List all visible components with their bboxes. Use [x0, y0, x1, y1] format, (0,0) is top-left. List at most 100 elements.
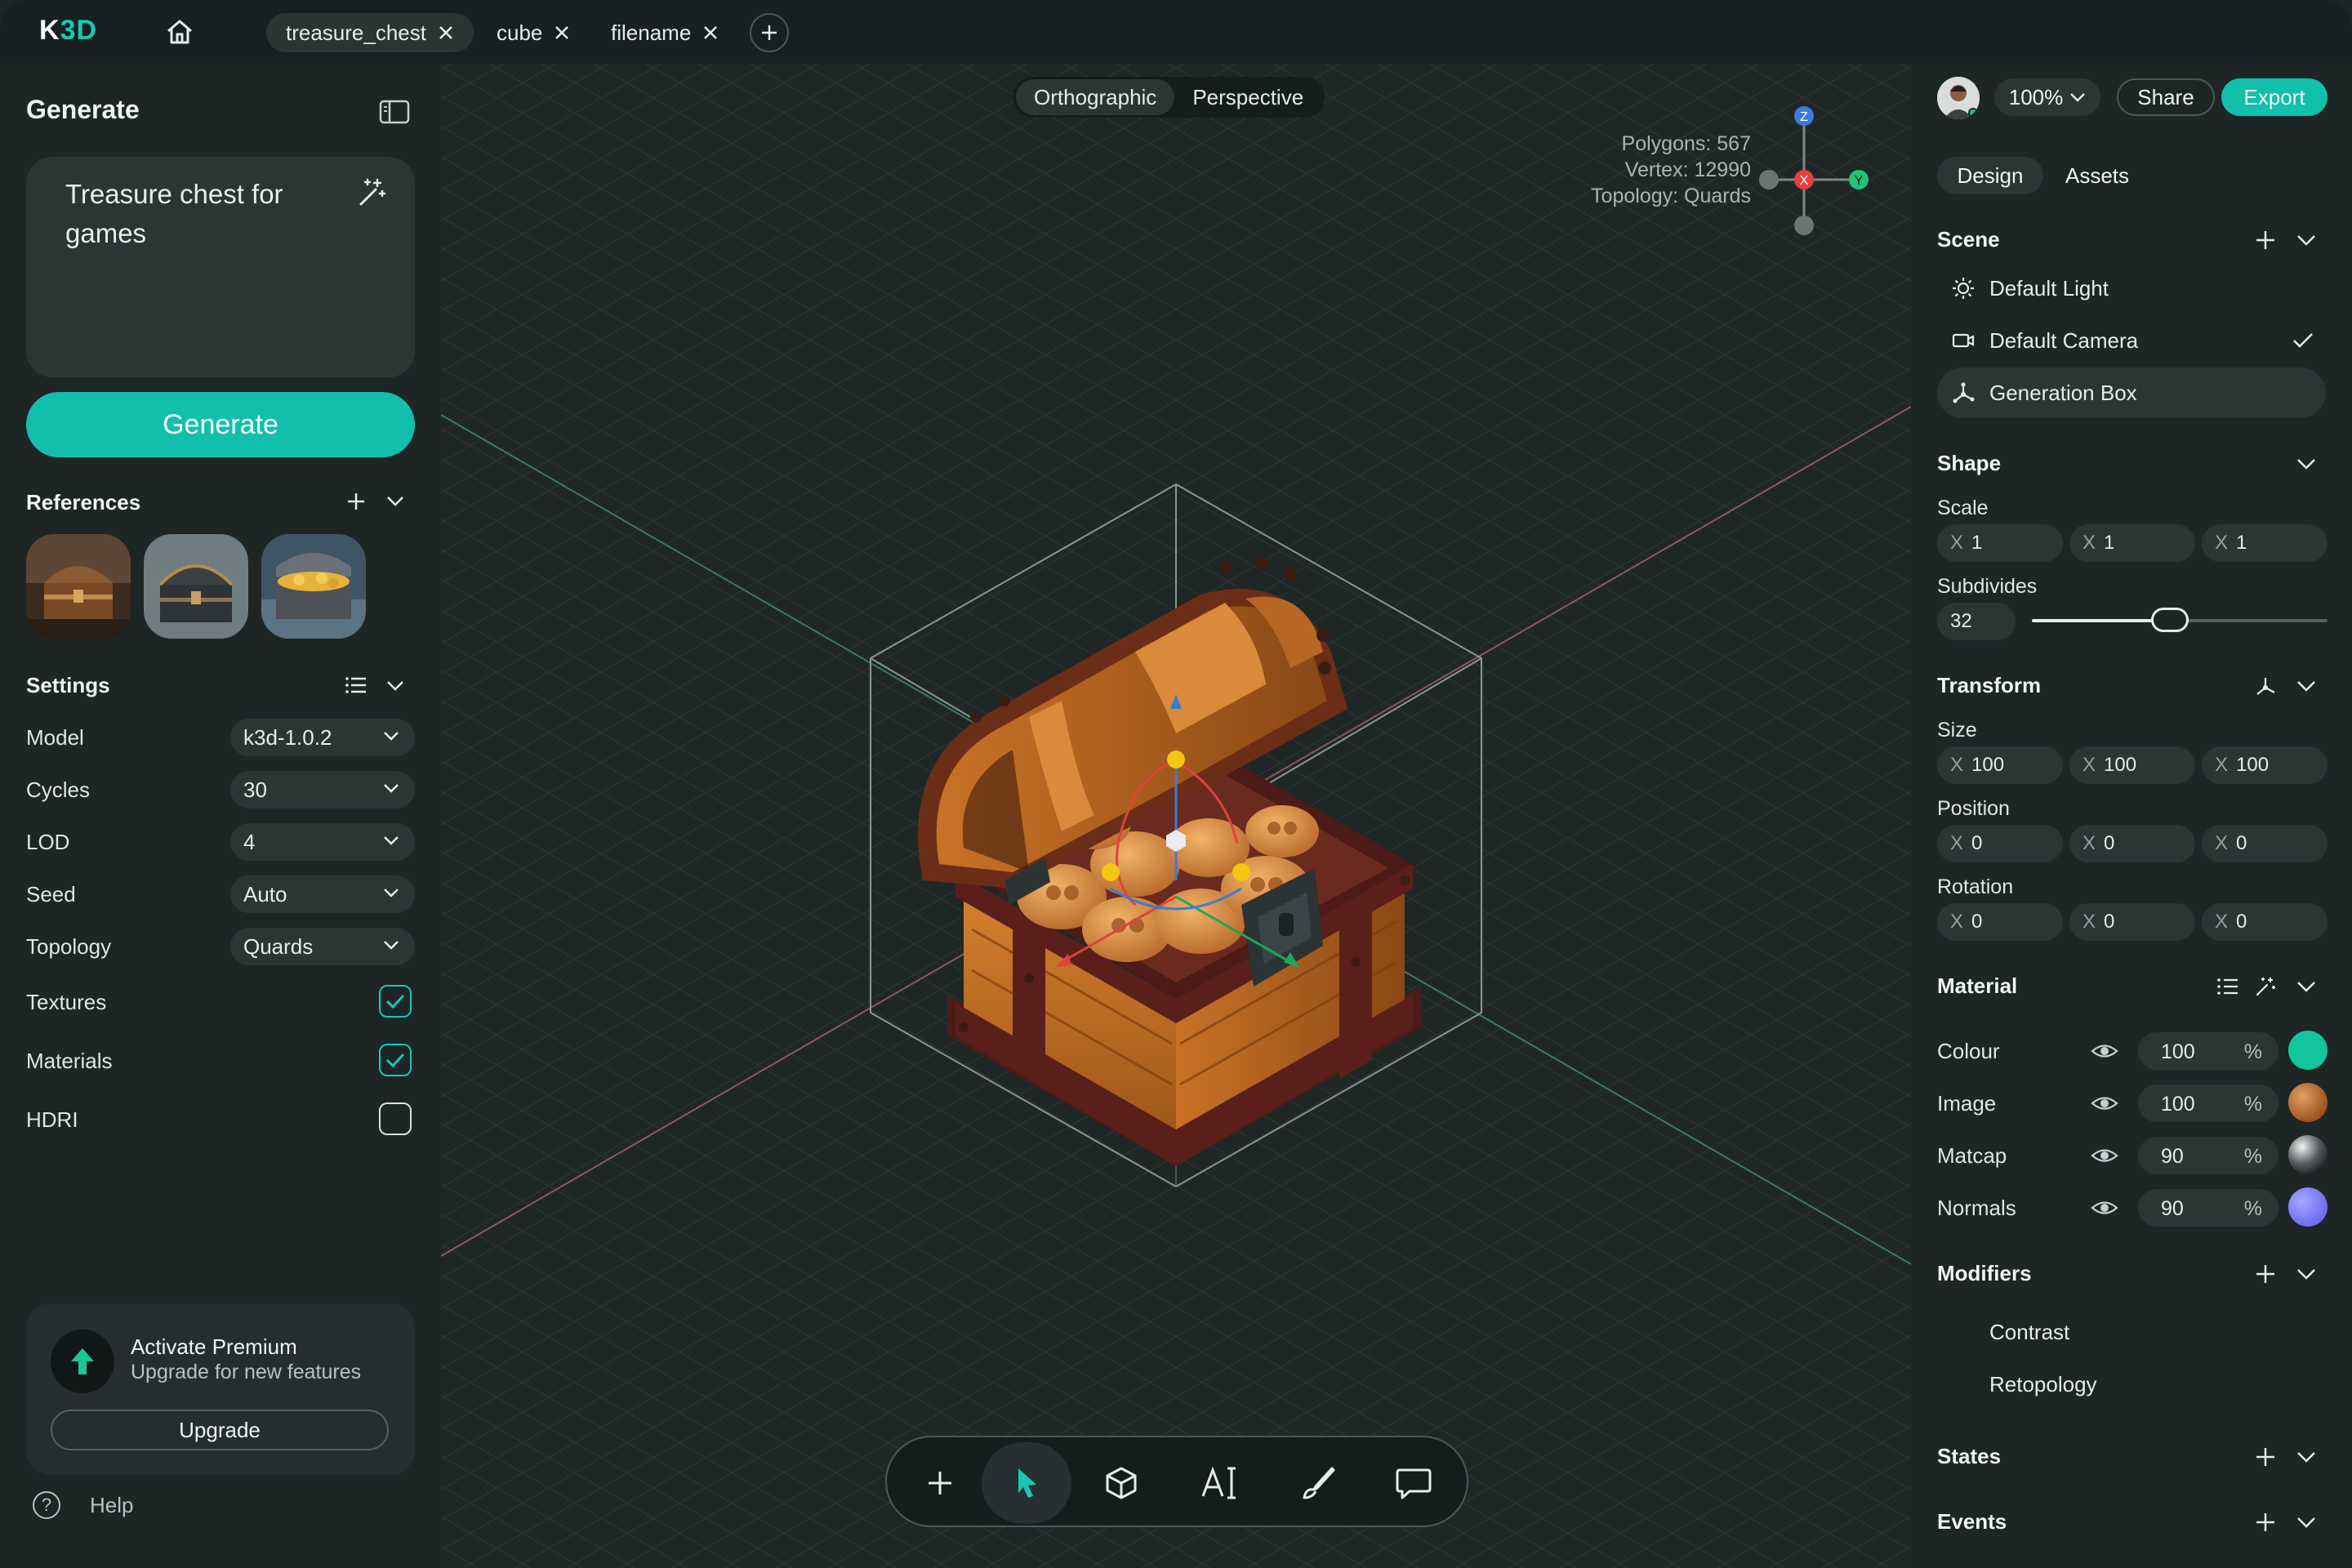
eye-icon[interactable] — [2091, 1089, 2118, 1117]
eye-icon[interactable] — [2091, 1142, 2118, 1169]
plus-icon[interactable] — [2254, 1263, 2277, 1285]
position-z-field[interactable]: X0 — [2202, 825, 2328, 862]
size-y-field[interactable]: X 100 — [2069, 746, 2195, 784]
magic-wand-icon[interactable] — [354, 176, 387, 209]
add-tool[interactable] — [895, 1442, 985, 1524]
size-x-field[interactable]: X 100 — [1937, 746, 2063, 784]
tab-cube[interactable]: cube — [477, 13, 590, 52]
axes-icon[interactable] — [2254, 675, 2277, 697]
chevron-down-icon[interactable] — [385, 495, 405, 508]
scale-z-field[interactable]: X1 — [2202, 524, 2328, 562]
axes-icon — [1953, 382, 1975, 403]
share-button[interactable]: Share — [2117, 78, 2215, 116]
tab-design[interactable]: Design — [1937, 157, 2043, 194]
comment-tool[interactable] — [1369, 1442, 1459, 1524]
zoom-select[interactable]: 100% — [1994, 78, 2100, 116]
subdivides-slider-track[interactable] — [2032, 608, 2328, 632]
sidebar-toggle-icon[interactable] — [379, 100, 410, 124]
upgrade-button[interactable]: Upgrade — [51, 1410, 389, 1450]
eye-icon[interactable] — [2091, 1037, 2118, 1065]
home-icon[interactable] — [163, 16, 196, 47]
brush-tool[interactable] — [1272, 1442, 1362, 1524]
chevron-down-icon[interactable] — [2295, 675, 2318, 697]
chevron-down-icon[interactable] — [385, 679, 405, 693]
rotation-y-field[interactable]: X0 — [2069, 903, 2195, 941]
materials-checkbox[interactable] — [379, 1044, 412, 1076]
plus-icon[interactable] — [2254, 1446, 2277, 1468]
textures-checkbox[interactable] — [379, 985, 412, 1018]
plus-icon[interactable] — [2254, 229, 2277, 252]
perspective-option[interactable]: Perspective — [1174, 79, 1321, 115]
scale-y-field[interactable]: X1 — [2069, 524, 2195, 562]
reference-image-1[interactable] — [26, 534, 131, 639]
export-button[interactable]: Export — [2221, 78, 2328, 116]
chevron-down-icon[interactable] — [2295, 975, 2318, 998]
image-opacity-field[interactable]: 100% — [2138, 1085, 2278, 1122]
field-value: 100 — [1971, 754, 2005, 776]
chevron-down-icon[interactable] — [2295, 452, 2318, 475]
modifier-retopology[interactable]: Retopology — [1989, 1372, 2097, 1397]
app-logo[interactable]: K3D — [39, 15, 97, 47]
chevron-down-icon[interactable] — [2295, 229, 2318, 252]
select-tool[interactable] — [982, 1442, 1071, 1524]
seed-select[interactable]: Auto — [230, 875, 415, 913]
avatar[interactable] — [1937, 77, 1980, 119]
prompt-input[interactable]: Treasure chest for games — [26, 157, 415, 377]
close-icon[interactable] — [554, 24, 570, 41]
topology-stat: Topology: Quards — [1591, 185, 1751, 207]
lod-select[interactable]: 4 — [230, 823, 415, 861]
modifier-contrast[interactable]: Contrast — [1989, 1320, 2069, 1345]
close-icon[interactable] — [702, 24, 719, 41]
reference-image-2[interactable] — [144, 534, 248, 639]
image-swatch[interactable] — [2288, 1083, 2328, 1122]
3d-viewport[interactable]: Orthographic Perspective Polygons: 567 V… — [441, 64, 1911, 1568]
normals-swatch[interactable] — [2288, 1187, 2328, 1227]
scale-x-field[interactable]: X1 — [1937, 524, 2063, 562]
topology-select[interactable]: Quards — [230, 928, 415, 965]
tab-treasure-chest[interactable]: treasure_chest — [266, 13, 474, 52]
events-header: Events — [1937, 1509, 2007, 1534]
text-tool[interactable] — [1174, 1442, 1264, 1524]
help-link[interactable]: ? Help — [33, 1491, 133, 1519]
position-y-field[interactable]: X0 — [2069, 825, 2195, 862]
subdivides-slider-handle[interactable] — [2151, 608, 2189, 632]
prompt-text[interactable]: Treasure chest for games — [65, 175, 335, 253]
cycles-select[interactable]: 30 — [230, 771, 415, 808]
orthographic-option[interactable]: Orthographic — [1016, 79, 1175, 115]
magic-wand-icon[interactable] — [2254, 975, 2277, 998]
tab-filename[interactable]: filename — [591, 13, 738, 52]
plus-icon[interactable] — [346, 492, 366, 511]
size-z-field[interactable]: X 100 — [2202, 746, 2328, 784]
matcap-swatch[interactable] — [2288, 1135, 2328, 1174]
chevron-down-icon[interactable] — [2295, 1263, 2318, 1285]
colour-swatch[interactable] — [2288, 1031, 2328, 1070]
scene-item-default-camera[interactable]: Default Camera — [1937, 315, 2326, 366]
add-tab-button[interactable] — [750, 13, 789, 52]
list-icon[interactable] — [2216, 975, 2239, 998]
scene-item-default-light[interactable]: Default Light — [1937, 263, 2326, 314]
axis-navigator[interactable]: X Z Y — [1735, 100, 1873, 247]
subdivides-field[interactable]: 32 — [1937, 603, 2016, 640]
rotation-x-field[interactable]: X0 — [1937, 903, 2063, 941]
close-icon[interactable] — [438, 24, 454, 41]
premium-title: Activate Premium — [131, 1334, 297, 1359]
reference-image-3[interactable] — [261, 534, 366, 639]
matcap-opacity-field[interactable]: 90% — [2138, 1137, 2278, 1174]
hdri-checkbox[interactable] — [379, 1102, 412, 1135]
chevron-down-icon[interactable] — [2295, 1511, 2318, 1534]
scene-item-generation-box[interactable]: Generation Box — [1937, 368, 2326, 418]
cube-tool[interactable] — [1076, 1442, 1166, 1524]
normals-opacity-field[interactable]: 90% — [2138, 1189, 2278, 1227]
model-select[interactable]: k3d-1.0.2 — [230, 719, 415, 756]
eye-icon[interactable] — [2091, 1194, 2118, 1222]
list-icon[interactable] — [345, 676, 368, 694]
plus-icon[interactable] — [2254, 1511, 2277, 1534]
position-x-field[interactable]: X0 — [1937, 825, 2063, 862]
chevron-down-icon[interactable] — [2295, 1446, 2318, 1468]
generate-button[interactable]: Generate — [26, 392, 415, 457]
tab-assets[interactable]: Assets — [2048, 157, 2146, 194]
comment-icon — [1396, 1468, 1432, 1499]
colour-opacity-field[interactable]: 100% — [2138, 1032, 2278, 1070]
x-axis-label: X — [1800, 174, 1809, 188]
rotation-z-field[interactable]: X0 — [2202, 903, 2328, 941]
